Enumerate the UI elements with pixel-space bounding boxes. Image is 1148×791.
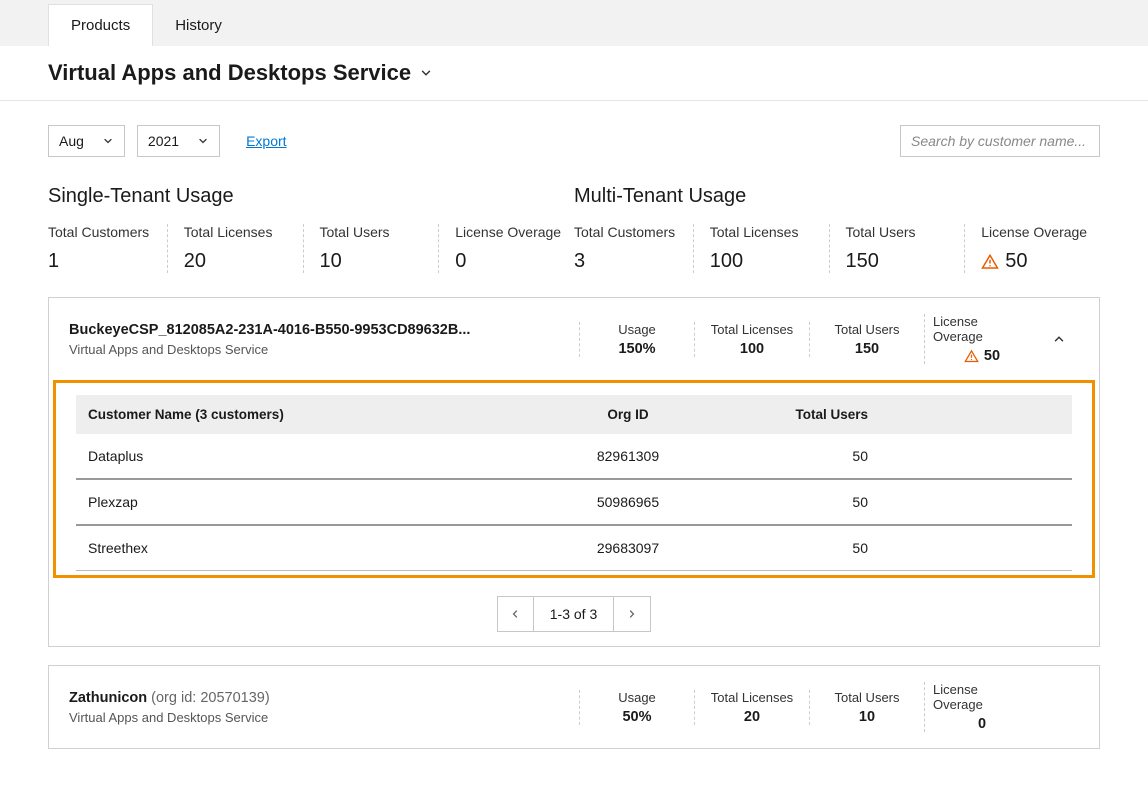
stat-customers: Total Customers 3	[574, 224, 694, 273]
subtable-header-org: Org ID	[548, 407, 708, 422]
table-row: Streethex 29683097 50	[76, 526, 1072, 571]
month-value: Aug	[59, 133, 84, 149]
page-title-row: Virtual Apps and Desktops Service	[0, 46, 1148, 101]
subtable-header-name: Customer Name (3 customers)	[88, 407, 548, 422]
card-name: BuckeyeCSP_812085A2-231A-4016-B550-9953C…	[69, 322, 579, 338]
single-tenant-heading: Single-Tenant Usage	[48, 185, 574, 208]
chevron-down-icon	[419, 66, 433, 80]
year-value: 2021	[148, 133, 179, 149]
stat-overage: License Overage 50	[965, 224, 1100, 273]
multi-tenant-section: Multi-Tenant Usage Total Customers 3 Tot…	[574, 185, 1100, 273]
pager-next[interactable]	[614, 597, 650, 631]
customer-card: BuckeyeCSP_812085A2-231A-4016-B550-9953C…	[48, 297, 1100, 647]
stat-licenses: Total Licenses 100	[694, 224, 830, 273]
single-tenant-section: Single-Tenant Usage Total Customers 1 To…	[48, 185, 574, 273]
pager-prev[interactable]	[498, 597, 534, 631]
stat-users: Total Users 150	[830, 224, 966, 273]
customer-card: Zathunicon (org id: 20570139) Virtual Ap…	[48, 665, 1100, 749]
tab-products[interactable]: Products	[48, 4, 153, 46]
warning-icon	[964, 349, 979, 364]
top-tab-bar: Products History	[0, 0, 1148, 46]
stat-licenses: Total Licenses 20	[168, 224, 304, 273]
search-box[interactable]	[900, 125, 1100, 157]
card-service: Virtual Apps and Desktops Service	[69, 710, 579, 725]
table-row: Dataplus 82961309 50	[76, 434, 1072, 480]
month-select[interactable]: Aug	[48, 125, 125, 157]
collapse-button[interactable]	[1039, 332, 1079, 346]
page-title: Virtual Apps and Desktops Service	[48, 60, 411, 86]
stat-users: Total Users 10	[304, 224, 440, 273]
multi-tenant-heading: Multi-Tenant Usage	[574, 185, 1100, 208]
table-row: Plexzap 50986965 50	[76, 480, 1072, 526]
stat-customers: Total Customers 1	[48, 224, 168, 273]
chevron-left-icon	[509, 608, 521, 620]
chevron-right-icon	[626, 608, 638, 620]
chevron-down-icon	[102, 135, 114, 147]
card-service: Virtual Apps and Desktops Service	[69, 342, 579, 357]
highlighted-subtable: Customer Name (3 customers) Org ID Total…	[53, 380, 1095, 578]
chevron-up-icon	[1052, 332, 1066, 346]
tab-history[interactable]: History	[153, 5, 244, 46]
subtable-header-users: Total Users	[708, 407, 868, 422]
year-select[interactable]: 2021	[137, 125, 220, 157]
search-input[interactable]	[911, 133, 1093, 149]
card-name: Zathunicon (org id: 20570139)	[69, 690, 579, 706]
pagination: 1-3 of 3	[49, 586, 1099, 646]
chevron-down-icon	[197, 135, 209, 147]
stat-overage: License Overage 0	[439, 224, 574, 273]
export-link[interactable]: Export	[246, 133, 286, 149]
warning-icon	[981, 253, 999, 271]
pager-status: 1-3 of 3	[534, 597, 614, 631]
title-dropdown[interactable]	[419, 66, 433, 80]
